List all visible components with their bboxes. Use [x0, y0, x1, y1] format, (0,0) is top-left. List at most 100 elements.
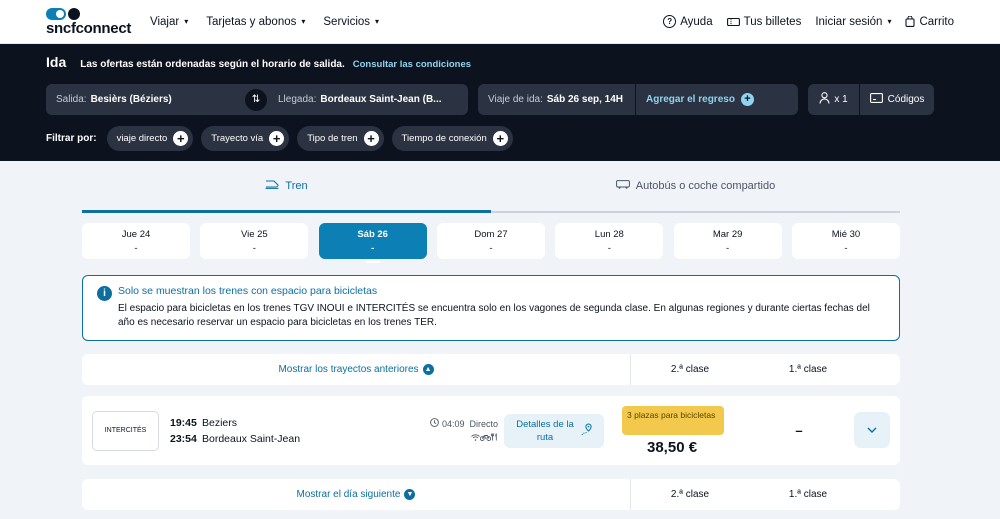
previous-journeys-row: Mostrar los trayectos anteriores ▲ 2.ª c…	[82, 354, 900, 385]
filter-direct-label: viaje directo	[116, 133, 168, 144]
filter-train-type[interactable]: Tipo de tren +	[297, 126, 384, 151]
expand-journey-button[interactable]	[854, 412, 890, 448]
date-vie-25[interactable]: Vie 25 -	[200, 223, 309, 259]
date-day: Sáb 26	[357, 228, 388, 240]
tickets-link[interactable]: Tus billetes	[726, 16, 801, 28]
show-previous-button[interactable]: Mostrar los trayectos anteriores ▲	[82, 354, 631, 385]
date-price: -	[726, 242, 730, 254]
filter-connection-time-label: Tiempo de conexión	[401, 133, 487, 144]
date-lun-28[interactable]: Lun 28 -	[555, 223, 664, 259]
operator-logo: INTERCITÉS	[92, 410, 159, 451]
date-day: Dom 27	[474, 228, 508, 240]
chevron-up-icon: ▲	[422, 364, 434, 375]
add-return-label: Agregar el regreso	[646, 94, 735, 105]
map-pin-icon	[581, 422, 593, 439]
person-icon	[819, 92, 830, 107]
search-band: Ida Las ofertas están ordenadas según el…	[0, 44, 1000, 161]
second-class-price: 38,50 €	[647, 438, 698, 456]
chevron-down-icon: ▼	[404, 489, 416, 500]
outbound-date-field[interactable]: Viaje de ida: Sáb 26 sep, 14H	[478, 84, 636, 115]
date-jue-24[interactable]: Jue 24 -	[82, 223, 190, 259]
restaurant-icon	[491, 433, 498, 443]
chevron-down-icon: ▾	[184, 17, 189, 26]
codes-button[interactable]: Códigos	[860, 84, 934, 115]
nav-servicios[interactable]: Servicios ▾	[323, 16, 379, 28]
help-link[interactable]: ? Ayuda	[663, 15, 713, 28]
arrival-time: 23:54	[170, 432, 197, 445]
cart-label: Carrito	[919, 15, 954, 28]
origin-label: Salida:	[56, 94, 87, 105]
tab-train-label: Tren	[285, 179, 308, 192]
passengers-button[interactable]: x 1	[808, 84, 860, 115]
date-mie-30[interactable]: Mié 30 -	[791, 223, 900, 259]
filter-label: Filtrar por:	[46, 133, 97, 144]
filter-connection-time[interactable]: Tiempo de conexión +	[391, 126, 513, 151]
date-day: Mar 29	[712, 228, 743, 240]
arrival-station: Bordeaux Saint-Jean	[202, 432, 301, 445]
show-next-day-button[interactable]: Mostrar el día siguiente ▼	[82, 479, 631, 510]
cart-link[interactable]: Carrito	[905, 16, 954, 28]
swap-button[interactable]: ⇅	[245, 88, 267, 111]
date-price: -	[489, 242, 493, 254]
sort-notice: Las ofertas están ordenadas según el hor…	[80, 59, 345, 70]
date-sab-26[interactable]: Sáb 26 -	[318, 223, 427, 263]
outbound-date-value: Sáb 26 sep, 14H	[546, 94, 624, 105]
cart-icon	[905, 16, 916, 27]
card-icon	[869, 93, 883, 106]
date-price: -	[252, 242, 256, 254]
page-title: Ida	[46, 54, 67, 70]
date-price: -	[371, 242, 375, 254]
origin-field[interactable]: Salida: Besièrs (Béziers)	[46, 84, 244, 115]
journey-meta: 04:09 Directo	[414, 418, 498, 443]
journey-type: Directo	[469, 418, 498, 429]
journey-card: INTERCITÉS 19:45 Beziers 23:54 Bordeaux …	[82, 396, 900, 465]
date-price: -	[844, 242, 848, 254]
nav-tarjetas[interactable]: Tarjetas y abonos ▾	[206, 16, 305, 28]
info-icon: i	[97, 286, 112, 301]
date-mar-29[interactable]: Mar 29 -	[673, 223, 782, 259]
chevron-down-icon	[867, 425, 877, 436]
destination-field[interactable]: Llegada: Bordeaux Saint-Jean (B...	[268, 84, 468, 115]
date-price: -	[134, 242, 138, 254]
class1-header: 1.ª clase	[788, 364, 828, 375]
sncf-logo[interactable]: sncfconnect	[46, 8, 132, 36]
plus-icon: +	[492, 131, 508, 146]
bus-icon	[615, 180, 630, 192]
departure-time: 19:45	[170, 416, 197, 429]
date-dom-27[interactable]: Dom 27 -	[436, 223, 545, 259]
tab-bus-label: Autobús o coche compartido	[635, 180, 776, 192]
class1-header: 1.ª clase	[788, 489, 828, 500]
codes-label: Códigos	[887, 94, 925, 105]
departure-station: Beziers	[202, 416, 238, 429]
date-day: Jue 24	[121, 228, 151, 240]
nav-servicios-label: Servicios	[323, 15, 371, 28]
route-details-button[interactable]: Detalles de la ruta	[504, 413, 604, 448]
tab-train[interactable]: Tren	[82, 161, 491, 213]
nav-tarjetas-label: Tarjetas y abonos	[206, 15, 297, 28]
first-class-price: –	[795, 423, 803, 438]
tab-bus[interactable]: Autobús o coche compartido	[491, 161, 900, 213]
date-day: Lun 28	[594, 228, 624, 240]
plus-icon: +	[269, 131, 285, 146]
origin-value: Besièrs (Béziers)	[90, 94, 172, 105]
second-class-offer[interactable]: 3 plazas para bicicletas 38,50 €	[622, 405, 740, 456]
bike-info-box: i Solo se muestran los trenes con espaci…	[82, 275, 900, 341]
add-return-button[interactable]: Agregar el regreso +	[636, 84, 798, 115]
journey-times: 19:45 Beziers 23:54 Bordeaux Saint-Jean	[170, 415, 410, 447]
date-price: -	[607, 242, 611, 254]
filter-via[interactable]: Trayecto vía +	[201, 126, 290, 151]
help-label: Ayuda	[680, 15, 713, 28]
nav-viajar[interactable]: Viajar ▾	[150, 16, 188, 28]
transport-tabs: Tren Autobús o coche compartido	[82, 161, 900, 213]
filter-direct[interactable]: viaje directo +	[106, 126, 194, 151]
date-day: Vie 25	[240, 228, 268, 240]
info-body: El espacio para bicicletas en los trenes…	[118, 303, 870, 328]
destination-label: Llegada:	[278, 94, 317, 105]
plus-icon: +	[740, 93, 754, 106]
bike-icon	[479, 433, 492, 443]
show-previous-label: Mostrar los trayectos anteriores	[278, 364, 419, 375]
conditions-link[interactable]: Consultar las condiciones	[353, 59, 471, 70]
login-link[interactable]: Iniciar sesión ▾	[815, 16, 891, 28]
class2-header: 2.ª clase	[670, 489, 710, 500]
logo-text: sncfconnect	[46, 19, 132, 37]
